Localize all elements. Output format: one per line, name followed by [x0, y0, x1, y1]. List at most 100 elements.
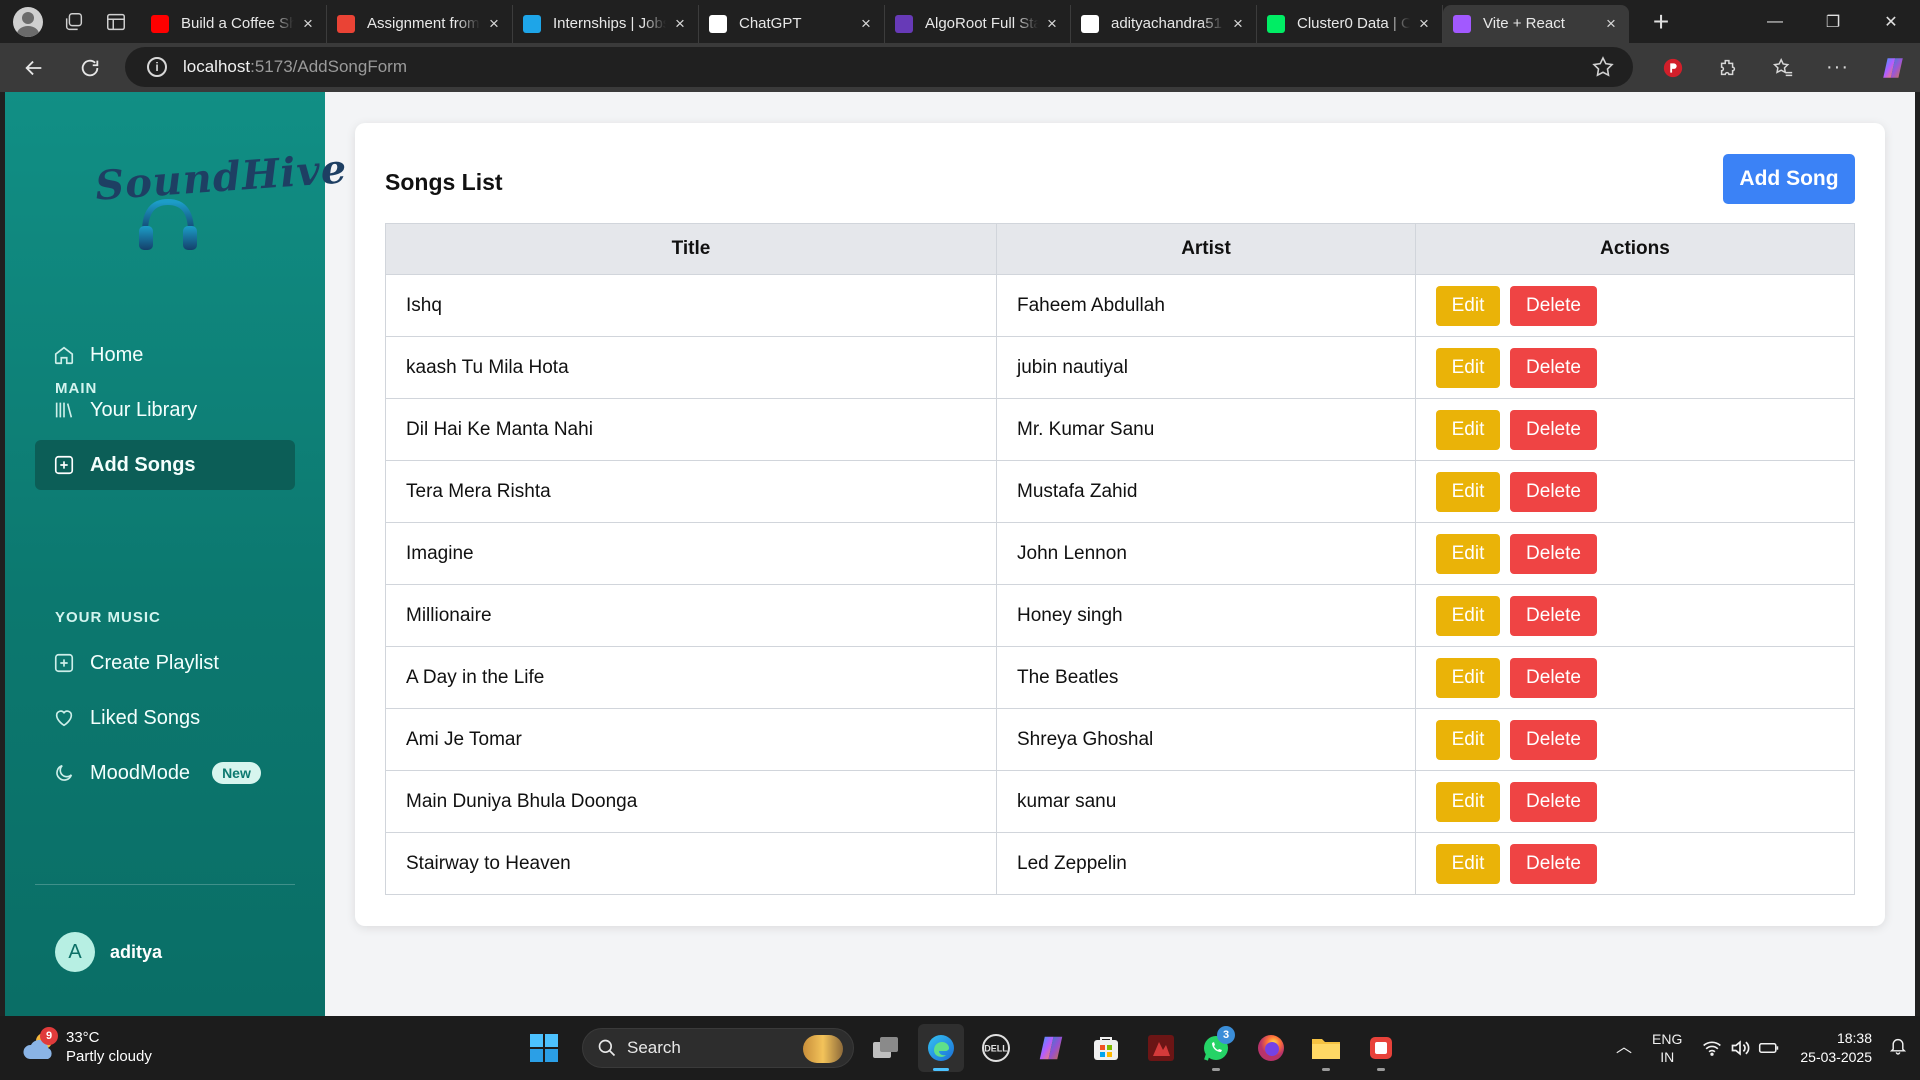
- close-tab-icon[interactable]: ×: [1603, 15, 1619, 32]
- edit-button[interactable]: Edit: [1436, 347, 1500, 388]
- edit-button[interactable]: Edit: [1436, 781, 1500, 822]
- close-tab-icon[interactable]: ×: [858, 15, 874, 32]
- start-button[interactable]: [520, 1024, 568, 1072]
- browser-tab[interactable]: Assignment from ×: [327, 4, 513, 43]
- sidebar-item-your-library[interactable]: Your Library: [35, 385, 295, 435]
- browser-tab[interactable]: Build a Coffee Shop ×: [141, 4, 327, 43]
- songs-card: Songs List Add Song Title Artist Actions…: [355, 123, 1885, 926]
- delete-button[interactable]: Delete: [1510, 533, 1597, 574]
- network-volume-battery[interactable]: [1702, 1039, 1780, 1057]
- edge-browser-icon[interactable]: [918, 1024, 964, 1072]
- close-tab-icon[interactable]: ×: [486, 15, 502, 32]
- delete-button[interactable]: Delete: [1510, 595, 1597, 636]
- tab-actions-icon[interactable]: [105, 11, 127, 33]
- browser-tab[interactable]: Cluster0 Data | Cloud ×: [1257, 4, 1443, 43]
- browser-tab[interactable]: Internships | Jobs ×: [513, 4, 699, 43]
- language-indicator[interactable]: ENG IN: [1652, 1030, 1682, 1066]
- minimize-button[interactable]: —: [1746, 0, 1804, 43]
- edit-button[interactable]: Edit: [1436, 409, 1500, 450]
- edit-button[interactable]: Edit: [1436, 471, 1500, 512]
- taskbar-search[interactable]: Search: [582, 1028, 854, 1068]
- refresh-button[interactable]: [70, 48, 110, 88]
- favorite-star-icon[interactable]: [1591, 55, 1615, 79]
- soundhive-logo[interactable]: SoundHive: [89, 145, 349, 252]
- sidebar-item-add-songs[interactable]: Add Songs: [35, 440, 295, 490]
- table-row: Ami Je Tomar Shreya Ghoshal Edit Delete: [385, 708, 1855, 771]
- favorites-icon[interactable]: [1755, 57, 1810, 79]
- close-tab-icon[interactable]: ×: [1230, 15, 1246, 32]
- edit-button[interactable]: Edit: [1436, 719, 1500, 760]
- notification-bell-icon[interactable]: [1889, 1037, 1907, 1059]
- actions-cell: Edit Delete: [1415, 274, 1855, 337]
- page-title: Songs List: [385, 169, 503, 195]
- browser-tab[interactable]: Vite + React ×: [1443, 4, 1629, 43]
- sidebar-item-moodmode[interactable]: MoodMode New: [35, 748, 295, 798]
- delete-button[interactable]: Delete: [1510, 409, 1597, 450]
- edit-button[interactable]: Edit: [1436, 843, 1500, 884]
- sidebar-item-label: Add Songs: [90, 453, 196, 476]
- new-tab-button[interactable]: +: [1647, 6, 1675, 38]
- delete-button[interactable]: Delete: [1510, 781, 1597, 822]
- table-row: Ishq Faheem Abdullah Edit Delete: [385, 274, 1855, 337]
- close-window-button[interactable]: ✕: [1862, 0, 1920, 43]
- clock[interactable]: 18:38 25-03-2025: [1800, 1029, 1872, 1067]
- close-tab-icon[interactable]: ×: [1416, 15, 1432, 32]
- site-info-icon[interactable]: i: [147, 57, 167, 77]
- copilot-icon[interactable]: [1865, 55, 1920, 81]
- sidebar-item-label: Liked Songs: [90, 706, 201, 729]
- more-menu-icon[interactable]: ···: [1810, 56, 1865, 79]
- sidebar-divider: [35, 884, 295, 885]
- sidebar-item-label: Your Library: [90, 398, 198, 421]
- browser-tab[interactable]: ChatGPT ×: [699, 4, 885, 43]
- moon-icon: [56, 764, 73, 781]
- copilot-app-icon[interactable]: [1028, 1024, 1074, 1072]
- actions-cell: Edit Delete: [1415, 708, 1855, 771]
- url-text[interactable]: localhost:5173/AddSongForm: [183, 57, 407, 77]
- edit-button[interactable]: Edit: [1436, 533, 1500, 574]
- extensions-icon[interactable]: [1700, 57, 1755, 79]
- search-label: Search: [627, 1038, 681, 1057]
- weather-widget[interactable]: 9 33°C Partly cloudy: [22, 1027, 152, 1066]
- whatsapp-icon[interactable]: 3: [1193, 1024, 1239, 1072]
- workspaces-icon[interactable]: [63, 11, 85, 33]
- user-profile[interactable]: A aditya: [55, 932, 162, 972]
- song-title-cell: Ami Je Tomar: [385, 708, 997, 771]
- edit-button[interactable]: Edit: [1436, 657, 1500, 698]
- delete-button[interactable]: Delete: [1510, 347, 1597, 388]
- add-song-button[interactable]: Add Song: [1723, 154, 1855, 204]
- profile-avatar-icon[interactable]: [13, 6, 43, 37]
- task-view-icon[interactable]: [863, 1024, 909, 1072]
- delete-button[interactable]: Delete: [1510, 843, 1597, 884]
- sidebar-item-create-playlist[interactable]: Create Playlist: [35, 638, 295, 688]
- restore-button[interactable]: ❐: [1804, 0, 1862, 43]
- browser-tab[interactable]: adityachandra51 ×: [1071, 4, 1257, 43]
- song-artist-cell: Led Zeppelin: [996, 832, 1416, 895]
- delete-button[interactable]: Delete: [1510, 719, 1597, 760]
- address-bar[interactable]: i localhost:5173/AddSongForm: [125, 47, 1633, 87]
- edit-button[interactable]: Edit: [1436, 595, 1500, 636]
- delete-button[interactable]: Delete: [1510, 285, 1597, 326]
- close-tab-icon[interactable]: ×: [300, 15, 316, 32]
- weather-alert-badge: 9: [40, 1027, 58, 1045]
- firefox-icon[interactable]: [1248, 1024, 1294, 1072]
- extension-red-icon[interactable]: [1645, 57, 1700, 79]
- close-tab-icon[interactable]: ×: [672, 15, 688, 32]
- sidebar-item-liked-songs[interactable]: Liked Songs: [35, 693, 295, 743]
- edit-button[interactable]: Edit: [1436, 285, 1500, 326]
- sidebar-item-home[interactable]: Home: [35, 330, 295, 380]
- red-app-icon[interactable]: [1358, 1024, 1404, 1072]
- file-explorer-icon[interactable]: [1303, 1024, 1349, 1072]
- chatgpt-icon: [709, 14, 727, 33]
- table-row: kaash Tu Mila Hota jubin nautiyal Edit Dele…: [385, 336, 1855, 399]
- dell-icon[interactable]: DELL: [973, 1024, 1019, 1072]
- browser-tab[interactable]: AlgoRoot Full Stack ×: [885, 4, 1071, 43]
- close-tab-icon[interactable]: ×: [1044, 15, 1060, 32]
- back-button[interactable]: [14, 48, 54, 88]
- delete-button[interactable]: Delete: [1510, 471, 1597, 512]
- song-artist-cell: jubin nautiyal: [996, 336, 1416, 399]
- weather-condition: Partly cloudy: [66, 1048, 152, 1065]
- game-icon[interactable]: [1138, 1024, 1184, 1072]
- delete-button[interactable]: Delete: [1510, 657, 1597, 698]
- show-hidden-icons-chevron-icon[interactable]: ︿: [1616, 1039, 1632, 1057]
- microsoft-store-icon[interactable]: [1083, 1024, 1129, 1072]
